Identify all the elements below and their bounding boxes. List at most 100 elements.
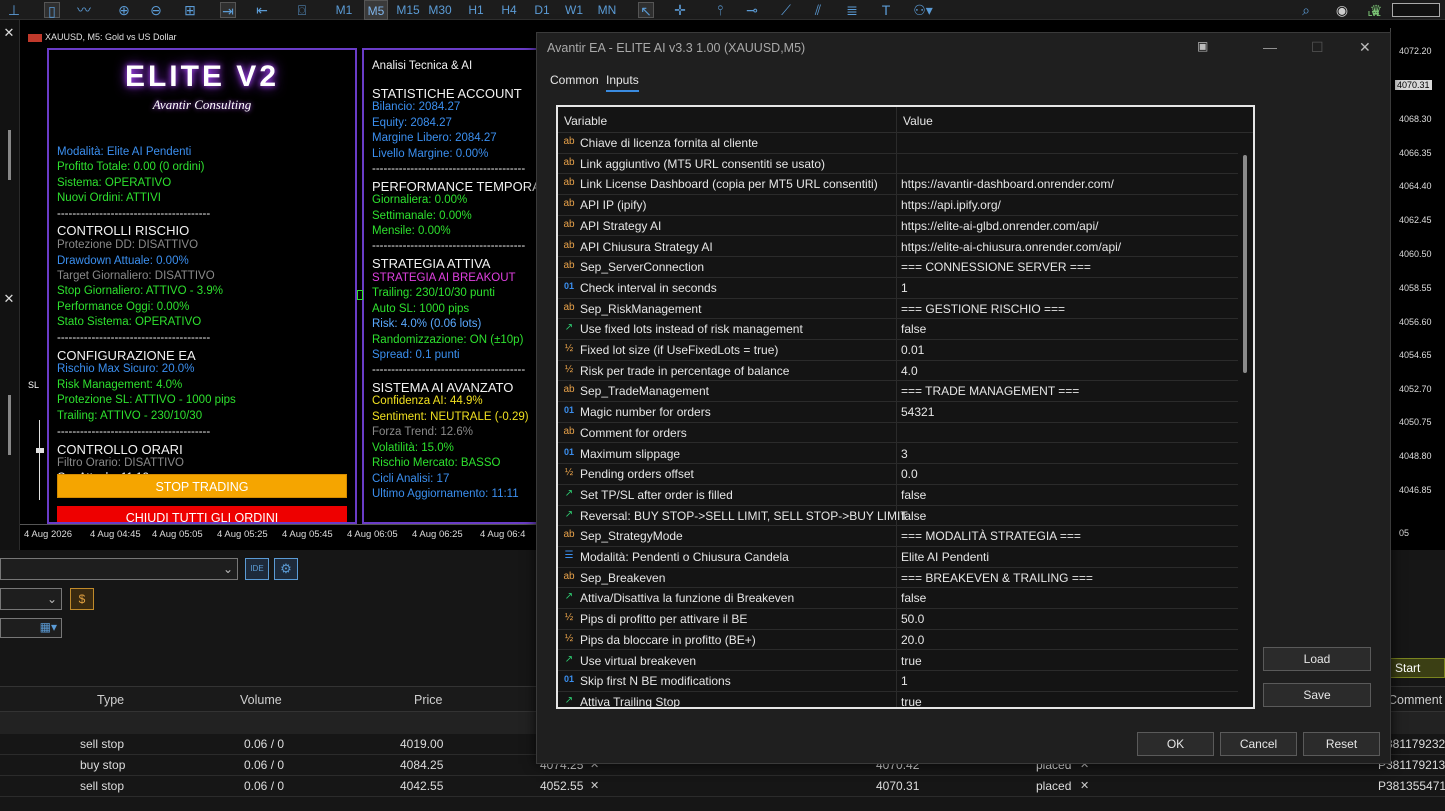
col-volume[interactable]: Volume xyxy=(240,693,282,707)
scrollbar[interactable] xyxy=(8,395,11,455)
input-row[interactable]: 01 Skip first N BE modifications 1 xyxy=(558,671,1238,692)
input-row[interactable]: ↗ Use fixed lots instead of risk manageme… xyxy=(558,319,1238,340)
input-row[interactable]: 01 Magic number for orders 54321 xyxy=(558,402,1238,423)
cancel-button[interactable]: Cancel xyxy=(1220,732,1297,756)
shapes-dropdown-icon[interactable]: ⚇▾ xyxy=(908,2,938,18)
reset-button[interactable]: Reset xyxy=(1303,732,1380,756)
input-value[interactable]: 4.0 xyxy=(901,364,918,378)
input-value[interactable]: https://elite-ai-chiusura.onrender.com/a… xyxy=(901,240,1121,254)
bar-chart-icon[interactable]: ⊥ xyxy=(6,2,22,18)
timeframe-m30[interactable]: M30 xyxy=(428,0,452,20)
col-value[interactable]: Value xyxy=(903,114,933,128)
input-value[interactable]: === GESTIONE RISCHIO === xyxy=(901,302,1065,316)
input-row[interactable]: ab API Strategy AI https://elite-ai-glbd.o… xyxy=(558,216,1238,237)
input-value[interactable]: === CONNESSIONE SERVER === xyxy=(901,260,1091,274)
search-icon[interactable]: ⌕ xyxy=(1298,2,1314,18)
close-icon[interactable]: ✕ xyxy=(2,292,16,306)
candlestick-icon[interactable]: ▯ xyxy=(44,2,60,19)
stop-trading-button[interactable]: STOP TRADING xyxy=(57,474,347,498)
tile-windows-icon[interactable]: ⊞ xyxy=(182,2,198,18)
input-value[interactable]: https://elite-ai-glbd.onrender.com/api/ xyxy=(901,219,1098,233)
input-row[interactable]: ab Sep_ServerConnection === CONNESSIONE SE… xyxy=(558,257,1238,278)
input-row[interactable]: ☰ Modalità: Pendenti o Chiusura Candela El… xyxy=(558,547,1238,568)
input-value[interactable]: 3 xyxy=(901,447,908,461)
screenshot-icon[interactable]: ⌼ xyxy=(294,2,310,18)
start-button[interactable]: Start xyxy=(1390,658,1445,678)
input-row[interactable]: ab Sep_RiskManagement === GESTIONE RISCHIO… xyxy=(558,299,1238,320)
autoscroll-icon[interactable]: ⇥ xyxy=(220,2,236,19)
input-value[interactable]: false xyxy=(901,509,926,523)
symbol-combo[interactable]: ⌄ xyxy=(0,558,238,580)
remove-icon[interactable]: ✕ xyxy=(590,779,599,792)
text-tool-icon[interactable]: T xyxy=(878,2,894,18)
trendline-icon[interactable]: ⟋ xyxy=(778,2,794,18)
input-row[interactable]: ab Comment for orders xyxy=(558,423,1238,444)
input-value[interactable]: 1 xyxy=(901,674,908,688)
crosshair-icon[interactable]: ✛ xyxy=(672,2,688,18)
timeframe-w1[interactable]: W1 xyxy=(562,0,586,20)
input-value[interactable]: Elite AI Pendenti xyxy=(901,550,989,564)
input-row[interactable]: ½ Fixed lot size (if UseFixedLots = true)… xyxy=(558,340,1238,361)
input-value[interactable]: 54321 xyxy=(901,405,934,419)
chart-shift-icon[interactable]: ⇤ xyxy=(254,2,270,18)
input-value[interactable]: true xyxy=(901,695,922,707)
remove-icon[interactable]: ✕ xyxy=(1080,779,1089,792)
input-value[interactable]: https://api.ipify.org/ xyxy=(901,198,1001,212)
channel-icon[interactable]: ⫽ xyxy=(810,2,826,18)
input-value[interactable]: 1 xyxy=(901,281,908,295)
time-axis[interactable]: 4 Aug 2026 4 Aug 04:45 4 Aug 05:05 4 Aug 05… xyxy=(20,524,540,546)
timeframe-mn[interactable]: MN xyxy=(595,0,619,20)
close-icon[interactable]: ✕ xyxy=(1359,39,1371,56)
input-row[interactable]: ½ Pips di profitto per attivare il BE 50.0 xyxy=(558,609,1238,630)
input-value[interactable]: false xyxy=(901,322,926,336)
input-value[interactable]: 0.0 xyxy=(901,467,918,481)
input-value[interactable]: false xyxy=(901,488,926,502)
col-price[interactable]: Price xyxy=(414,693,442,707)
input-value[interactable]: https://avantir-dashboard.onrender.com/ xyxy=(901,177,1114,191)
ok-button[interactable]: OK xyxy=(1137,732,1214,756)
input-row[interactable]: ↗ Attiva Trailing Stop true xyxy=(558,692,1238,707)
ide-button[interactable]: IDE xyxy=(245,558,269,580)
input-row[interactable]: ↗ Use virtual breakeven true xyxy=(558,651,1238,672)
close-all-orders-button[interactable]: CHIUDI TUTTI GLI ORDINI xyxy=(57,506,347,522)
input-row[interactable]: ab Chiave di licenza fornita al cliente xyxy=(558,133,1238,154)
input-value[interactable]: 50.0 xyxy=(901,612,924,626)
load-button[interactable]: Load xyxy=(1263,647,1371,671)
input-row[interactable]: ab API IP (ipify) https://api.ipify.org/ xyxy=(558,195,1238,216)
timeframe-d1[interactable]: D1 xyxy=(530,0,554,20)
input-value[interactable]: === MODALITÀ STRATEGIA === xyxy=(901,529,1081,543)
input-value[interactable]: 0.01 xyxy=(901,343,924,357)
input-row[interactable]: ½ Pips da bloccare in profitto (BE+) 20.0 xyxy=(558,630,1238,651)
input-value[interactable]: === TRADE MANAGEMENT === xyxy=(901,384,1079,398)
dollar-icon[interactable]: $ xyxy=(70,588,94,610)
fibonacci-icon[interactable]: ≣ xyxy=(844,2,860,18)
maximize-icon[interactable]: ☐ xyxy=(1311,39,1324,56)
input-row[interactable]: ab Link License Dashboard (copia per MT5 … xyxy=(558,174,1238,196)
input-row[interactable]: ½ Pending orders offset 0.0 xyxy=(558,464,1238,485)
line-chart-icon[interactable]: 〰 xyxy=(76,2,92,18)
input-row[interactable]: ½ Risk per trade in percentage of balance… xyxy=(558,361,1238,382)
zoom-in-icon[interactable]: ⊕ xyxy=(116,2,132,18)
input-row[interactable]: ab Sep_TradeManagement === TRADE MANAGEMEN… xyxy=(558,381,1238,403)
input-row[interactable]: ab Sep_StrategyMode === MODALITÀ STRATEGIA… xyxy=(558,526,1238,547)
timeframe-m1[interactable]: M1 xyxy=(332,0,356,20)
input-value[interactable]: true xyxy=(901,654,922,668)
timeframe-h4[interactable]: H4 xyxy=(497,0,521,20)
minimize-icon[interactable]: — xyxy=(1263,39,1277,55)
scrollbar-thumb[interactable] xyxy=(1243,155,1247,373)
input-row[interactable]: ab Sep_Breakeven === BREAKEVEN & TRAILING … xyxy=(558,568,1238,589)
account-combo[interactable]: ⌄ xyxy=(0,588,62,610)
input-row[interactable]: ab API Chiusura Strategy AI https://elite-… xyxy=(558,237,1238,258)
window-icon[interactable]: ▣ xyxy=(1197,39,1208,53)
input-row[interactable]: 01 Check interval in seconds 1 xyxy=(558,278,1238,299)
table-row[interactable]: sell stop 0.06 / 0 4042.55 4052.55 4070.31 pl… xyxy=(0,776,1445,797)
date-combo[interactable]: ▦▾ xyxy=(0,618,62,638)
price-axis[interactable]: 4072.20 4070.31 4068.30 4066.35 4064.40 4062.… xyxy=(1390,28,1445,548)
input-value[interactable]: === BREAKEVEN & TRAILING === xyxy=(901,571,1093,585)
col-type[interactable]: Type xyxy=(97,693,124,707)
horizontal-line-icon[interactable]: ⊸ xyxy=(744,2,760,18)
vertical-line-icon[interactable]: ⫯ xyxy=(712,2,728,18)
close-icon[interactable]: ✕ xyxy=(2,26,16,40)
tab-inputs[interactable]: Inputs xyxy=(606,73,639,92)
input-row[interactable]: 01 Maximum slippage 3 xyxy=(558,444,1238,465)
